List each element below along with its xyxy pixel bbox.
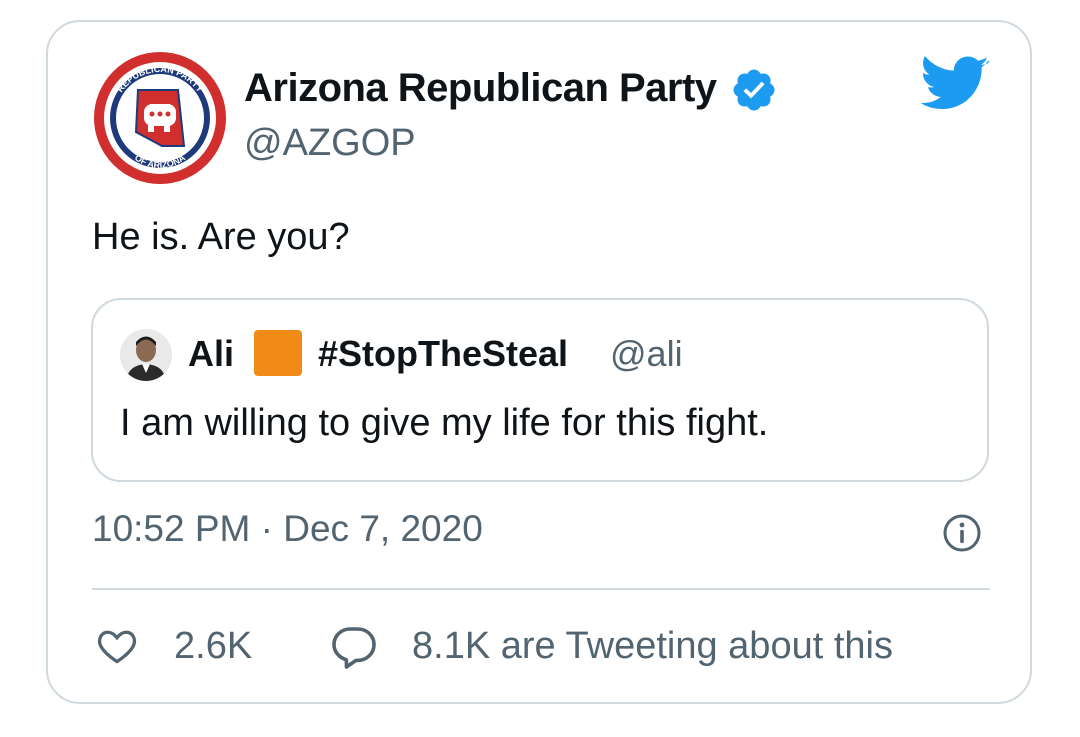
quoted-author-name[interactable]: Ali bbox=[188, 333, 234, 375]
like-count[interactable]: 2.6K bbox=[174, 625, 252, 668]
twitter-bird-icon[interactable] bbox=[920, 56, 990, 114]
info-icon[interactable] bbox=[942, 513, 982, 553]
quoted-tweet-text: I am willing to give my life for this fi… bbox=[120, 402, 769, 444]
reply-icon[interactable] bbox=[330, 622, 378, 670]
author-handle[interactable]: @AZGOP bbox=[244, 122, 416, 165]
person-avatar-icon bbox=[120, 329, 172, 381]
quoted-author-hashtag: #StopTheSteal bbox=[318, 333, 569, 374]
quoted-author-avatar[interactable] bbox=[120, 329, 172, 381]
orange-square-icon bbox=[254, 330, 302, 376]
author-display-name[interactable]: Arizona Republican Party bbox=[244, 66, 717, 111]
tweet-timestamp[interactable]: 10:52 PM · Dec 7, 2020 bbox=[92, 508, 483, 550]
tweeting-about-link[interactable]: 8.1K are Tweeting about this bbox=[412, 625, 893, 668]
heart-icon[interactable] bbox=[94, 624, 140, 668]
verified-badge-icon bbox=[733, 69, 775, 111]
quoted-tweet[interactable] bbox=[91, 298, 989, 482]
tweet-text: He is. Are you? bbox=[92, 216, 350, 258]
quoted-author-handle[interactable]: @ali bbox=[610, 333, 683, 375]
azgop-seal-logo[interactable]: REPUBLICAN PARTY OF ARIZONA bbox=[92, 50, 228, 186]
divider bbox=[92, 588, 990, 590]
